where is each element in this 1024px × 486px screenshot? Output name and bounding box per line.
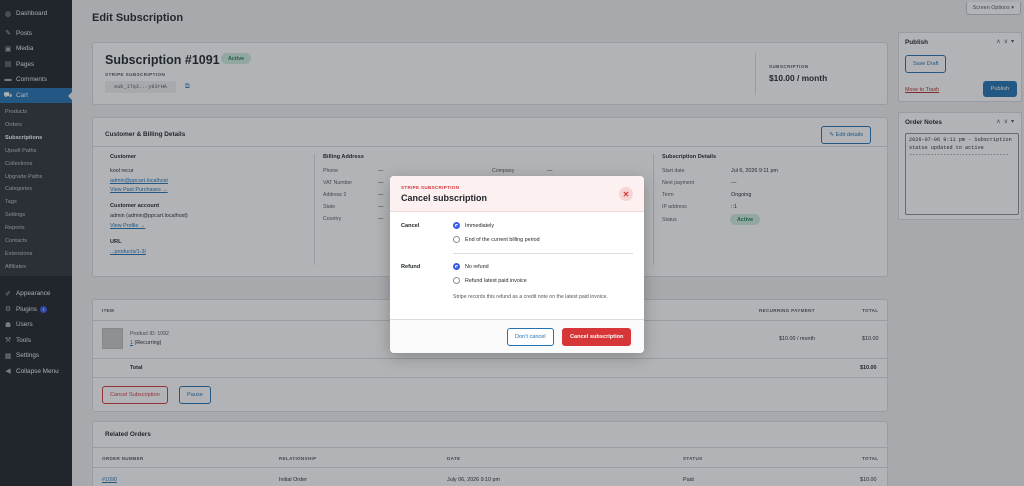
radio-unselected-icon bbox=[453, 236, 460, 243]
radio-no-refund[interactable]: No refund bbox=[453, 263, 489, 270]
divider bbox=[453, 253, 633, 254]
cancel-subscription-modal: STRIPE SUBSCRIPTION Cancel subscription … bbox=[390, 176, 644, 353]
close-icon[interactable]: ✕ bbox=[619, 187, 633, 201]
radio-label: No refund bbox=[465, 263, 489, 270]
radio-refund-latest[interactable]: Refund latest paid invoice bbox=[453, 277, 527, 284]
radio-immediately[interactable]: Immediately bbox=[453, 222, 494, 229]
refund-help-text: Stripe records this refund as a credit n… bbox=[453, 294, 608, 300]
radio-end-of-period[interactable]: End of the current billing period bbox=[453, 236, 540, 243]
modal-title: Cancel subscription bbox=[401, 193, 488, 203]
radio-label: Refund latest paid invoice bbox=[465, 277, 527, 284]
radio-label: End of the current billing period bbox=[465, 236, 540, 243]
radio-selected-icon bbox=[453, 263, 460, 270]
radio-label: Immediately bbox=[465, 222, 495, 229]
dont-cancel-button[interactable]: Don't cancel bbox=[507, 328, 554, 346]
cancel-label: Cancel bbox=[401, 223, 420, 229]
radio-unselected-icon bbox=[453, 277, 460, 284]
refund-label: Refund bbox=[401, 264, 421, 270]
radio-selected-icon bbox=[453, 222, 460, 229]
modal-footer: Don't cancel Cancel subscription bbox=[390, 319, 644, 353]
modal-header: STRIPE SUBSCRIPTION Cancel subscription … bbox=[390, 176, 644, 212]
confirm-cancel-button[interactable]: Cancel subscription bbox=[562, 328, 632, 346]
modal-caption: STRIPE SUBSCRIPTION bbox=[401, 185, 460, 190]
